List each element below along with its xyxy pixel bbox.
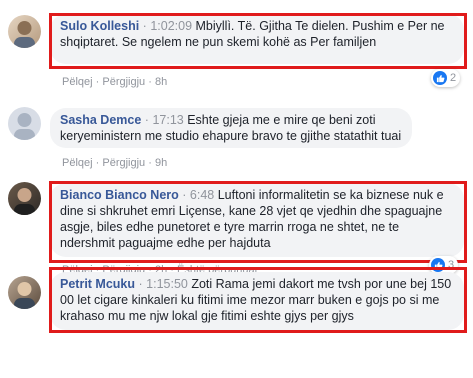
comment-age[interactable]: 8h [155,76,167,88]
reaction-count[interactable]: 2 [431,69,461,87]
highlight-box [49,181,467,263]
avatar[interactable] [8,107,41,140]
avatar[interactable] [8,276,41,309]
comment-actions: Pëlqej · Përgjigju · 9h [62,157,168,169]
like-icon [433,71,447,85]
reply-link[interactable]: Përgjigju [102,157,145,169]
like-link[interactable]: Pëlqej [62,76,93,88]
reply-link[interactable]: Përgjigju [102,76,145,88]
comment-author[interactable]: Sasha Demce [60,113,141,127]
highlight-box [49,13,467,69]
comment-time: · 17:13 [144,113,184,127]
like-link[interactable]: Pëlqej [62,157,93,169]
avatar[interactable] [8,15,41,48]
avatar[interactable] [8,182,41,215]
comment-actions: Pëlqej · Përgjigju · 8h [62,76,168,88]
comment-bubble: Sasha Demce · 17:13 Eshte gjeja me e mir… [50,108,412,148]
highlight-box [49,267,467,333]
comment-age[interactable]: 9h [155,157,167,169]
